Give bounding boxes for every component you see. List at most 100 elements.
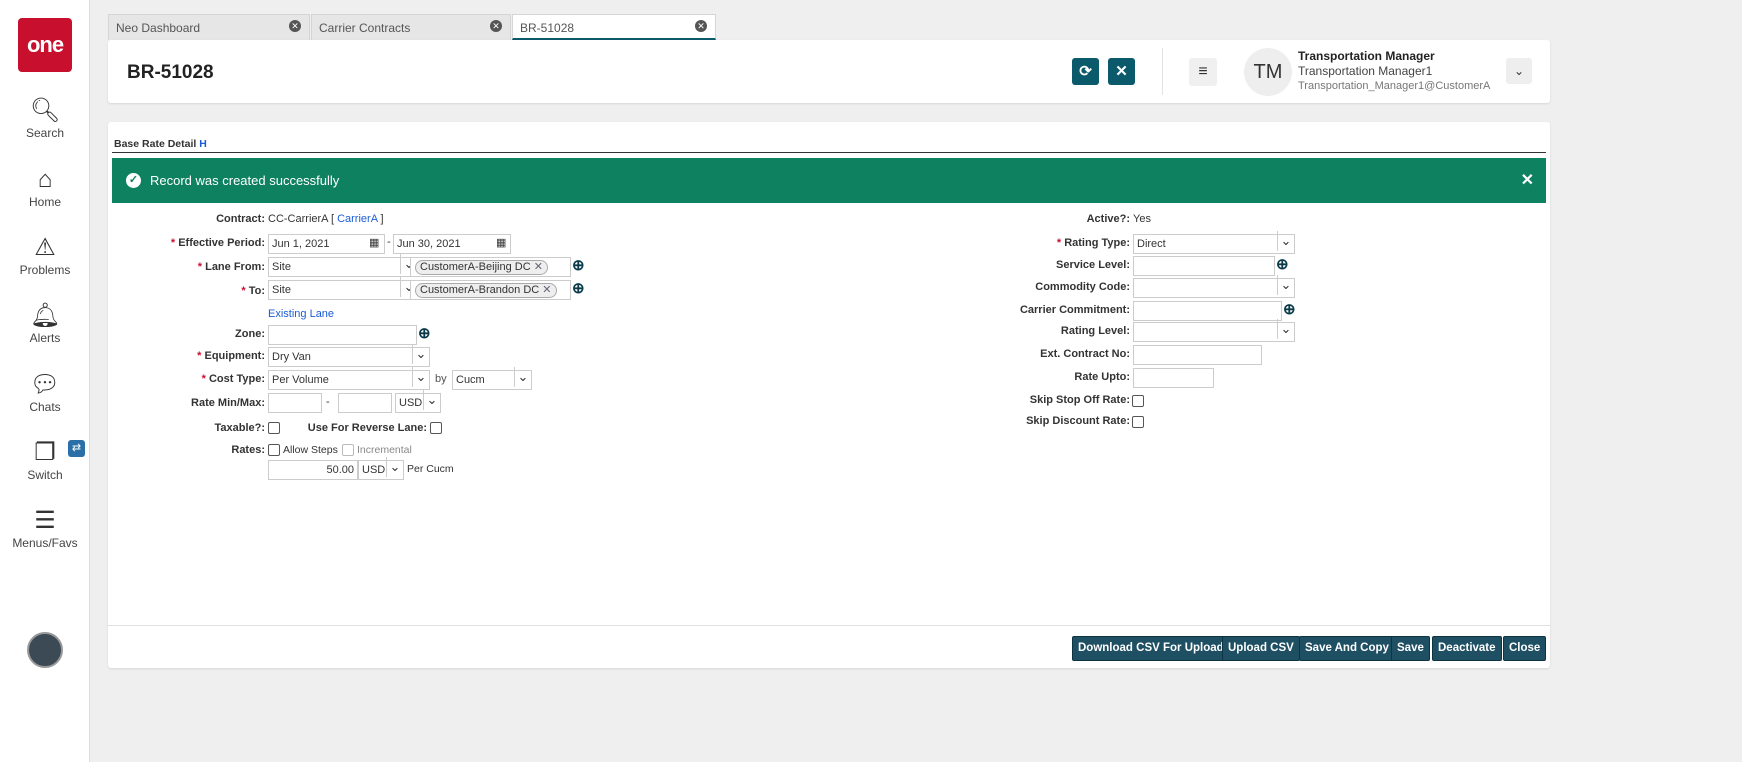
contract-value: CC-CarrierA [ CarrierA ]	[268, 210, 384, 228]
rate-max-input[interactable]	[338, 393, 392, 413]
effective-from-input[interactable]: Jun 1, 2021	[268, 234, 385, 254]
commodity-code-select[interactable]	[1133, 275, 1295, 298]
history-link[interactable]: H	[199, 138, 207, 150]
nav-label: Search	[25, 126, 65, 140]
calendar-icon[interactable]: ▦	[496, 236, 506, 249]
label-text: Equipment:	[204, 350, 266, 362]
save-button[interactable]: Save	[1391, 636, 1430, 661]
lane-to-site-input[interactable]: CustomerA-Brandon DC ✕	[410, 280, 571, 300]
rating-level-select[interactable]	[1133, 319, 1295, 342]
rate-value-input[interactable]: 50.00	[268, 460, 358, 480]
upload-csv-button[interactable]: Upload CSV	[1222, 636, 1300, 661]
skip-discount-label: Skip Discount Rate:	[1026, 415, 1130, 427]
lookup-icon[interactable]: ⊕	[1276, 255, 1289, 273]
lane-to-type-select[interactable]: Site	[268, 277, 418, 300]
save-and-copy-button[interactable]: Save And Copy	[1299, 636, 1395, 661]
nav-chats[interactable]: 💬︎ Chats	[0, 370, 90, 414]
tab-carrier-contracts[interactable]: Carrier Contracts ✕	[311, 14, 511, 40]
skip-discount-checkbox[interactable]	[1132, 416, 1144, 428]
download-csv-button[interactable]: Download CSV For Upload	[1072, 636, 1230, 661]
calendar-icon[interactable]: ▦	[369, 236, 379, 249]
close-button[interactable]: ✕	[1108, 58, 1135, 85]
nav-problems[interactable]: ⚠ Problems	[0, 233, 90, 277]
page-title: BR-51028	[127, 62, 214, 83]
tab-label: BR-51028	[520, 21, 575, 35]
nav-search[interactable]: 🔍︎ Search	[0, 96, 90, 140]
carrier-commitment-input[interactable]	[1133, 301, 1282, 321]
rate-minmax-label: Rate Min/Max:	[191, 397, 265, 409]
rate-min-input[interactable]	[268, 393, 322, 413]
sidebar: one 🔍︎ Search ⌂ Home ⚠ Problems 🔔︎ Alerts 💬︎…	[0, 0, 90, 762]
lane-from-site-input[interactable]: CustomerA-Beijing DC ✕	[410, 257, 571, 277]
menu-icon: ☰	[34, 507, 56, 534]
rate-value-currency-select[interactable]: USD	[358, 457, 404, 480]
cost-type-label: * Cost Type:	[201, 373, 265, 385]
nav-label: Switch	[27, 468, 63, 482]
bell-icon: 🔔︎	[29, 302, 61, 329]
one-logo[interactable]: one	[18, 18, 72, 72]
label-text: Effective Period:	[178, 237, 265, 249]
close-form-button[interactable]: Close	[1503, 636, 1547, 661]
cost-unit-select[interactable]: Cucm	[452, 367, 532, 390]
check-circle-icon: ✓	[126, 173, 141, 188]
lookup-icon[interactable]: ⊕	[418, 324, 431, 342]
reverse-lane-checkbox[interactable]	[430, 422, 442, 434]
nav-alerts[interactable]: 🔔︎ Alerts	[0, 301, 90, 345]
ext-contract-input[interactable]	[1133, 345, 1262, 365]
user-avatar[interactable]	[27, 632, 63, 668]
home-icon: ⌂	[37, 166, 53, 193]
per-unit-label: Per Cucm	[407, 463, 454, 475]
lookup-icon[interactable]: ⊕	[1283, 300, 1296, 318]
lookup-icon[interactable]: ⊕	[572, 256, 585, 274]
zone-input[interactable]	[268, 325, 417, 345]
remove-chip-icon[interactable]: ✕	[534, 261, 543, 273]
lane-from-type-select[interactable]: Site	[268, 254, 418, 277]
chip-label: CustomerA-Beijing DC	[420, 261, 531, 273]
tab-neo-dashboard[interactable]: Neo Dashboard ✕	[108, 14, 310, 40]
user-role: Transportation Manager	[1298, 49, 1435, 63]
cost-type-select[interactable]: Per Volume	[268, 367, 430, 390]
lookup-icon[interactable]: ⊕	[572, 279, 585, 297]
tab-br-51028[interactable]: BR-51028 ✕	[512, 14, 716, 40]
section-title: Base Rate Detail H	[114, 138, 207, 150]
allow-steps-label: Allow Steps	[283, 444, 338, 456]
user-email: Transportation_Manager1@CustomerA	[1298, 80, 1491, 92]
lane-from-label: * Lane From:	[197, 261, 265, 273]
equipment-select[interactable]: Dry Van	[268, 344, 430, 367]
effective-period-label: * Effective Period:	[170, 237, 265, 249]
ext-contract-label: Ext. Contract No:	[1040, 348, 1130, 360]
chat-icon: 💬︎	[29, 371, 61, 398]
allow-steps-checkbox[interactable]	[268, 444, 280, 456]
rating-level-label: Rating Level:	[1060, 325, 1130, 337]
carrier-commitment-label: Carrier Commitment:	[1019, 304, 1130, 316]
taxable-label: Taxable?:	[214, 422, 265, 434]
search-icon: 🔍︎	[29, 97, 61, 124]
service-level-input[interactable]	[1133, 256, 1275, 276]
tab-label: Carrier Contracts	[319, 21, 411, 35]
close-tab-icon[interactable]: ✕	[695, 20, 707, 32]
hamburger-icon[interactable]: ≡	[1189, 58, 1217, 86]
nav-home[interactable]: ⌂ Home	[0, 165, 90, 209]
deactivate-button[interactable]: Deactivate	[1432, 636, 1502, 661]
incremental-checkbox[interactable]	[342, 444, 354, 456]
dismiss-banner-icon[interactable]: ✕	[1521, 170, 1534, 190]
rate-currency-select[interactable]: USD	[395, 390, 441, 413]
rating-type-select[interactable]: Direct	[1133, 231, 1295, 254]
commodity-code-label: Commodity Code:	[1035, 281, 1130, 293]
nav-menus[interactable]: ☰ Menus/Favs	[0, 506, 90, 550]
remove-chip-icon[interactable]: ✕	[542, 284, 551, 296]
label-text: To:	[248, 285, 265, 297]
carrier-link[interactable]: CarrierA	[337, 213, 377, 225]
dash: -	[387, 236, 391, 248]
close-tab-icon[interactable]: ✕	[289, 20, 301, 32]
section-title-text: Base Rate Detail	[114, 138, 197, 150]
dash: -	[326, 396, 330, 408]
refresh-button[interactable]: ⟳	[1072, 58, 1099, 85]
skip-stop-checkbox[interactable]	[1132, 395, 1144, 407]
user-menu-chevron-icon[interactable]: ⌄	[1506, 58, 1532, 84]
existing-lane-link[interactable]: Existing Lane	[268, 308, 334, 320]
rate-upto-input[interactable]	[1133, 368, 1214, 388]
nav-label: Chats	[29, 400, 61, 414]
close-tab-icon[interactable]: ✕	[490, 20, 502, 32]
effective-to-input[interactable]: Jun 30, 2021	[393, 234, 511, 254]
